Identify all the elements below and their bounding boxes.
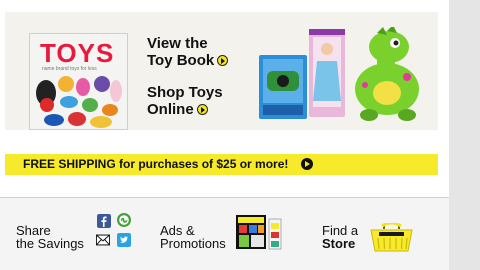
weekly-ad-thumbnail[interactable]: [236, 215, 283, 251]
shop-toys-online-link[interactable]: Shop Toys Online: [147, 84, 223, 118]
find-a-store[interactable]: Find a Store: [322, 224, 358, 250]
toy-book-cover[interactable]: TOYS name brand toys for less: [29, 33, 128, 130]
shopping-basket-icon[interactable]: [370, 223, 413, 253]
arrow-right-icon: [196, 103, 208, 115]
ads-line2: Promotions: [160, 236, 226, 251]
toys-product-image: [259, 27, 419, 121]
share-the-savings: Share the Savings: [16, 224, 84, 250]
arrow-right-icon: [301, 158, 313, 170]
stumbleupon-icon[interactable]: [117, 213, 131, 227]
email-icon[interactable]: [96, 233, 110, 247]
free-shipping-banner[interactable]: FREE SHIPPING for purchases of $25 or mo…: [5, 154, 438, 175]
toy-book-subtitle: name brand toys for less: [42, 66, 97, 72]
free-shipping-text: FREE SHIPPING for purchases of $25 or mo…: [23, 157, 289, 171]
share-line2: the Savings: [16, 236, 84, 251]
toy-book-title: TOYS: [40, 38, 115, 68]
facebook-icon[interactable]: [97, 214, 111, 228]
store-line2: Store: [322, 236, 356, 251]
shop-toys-online-line2: Online: [147, 101, 194, 118]
toy-book-image: [36, 74, 122, 128]
twitter-icon[interactable]: [117, 233, 131, 247]
view-toy-book-link[interactable]: View the Toy Book: [147, 35, 229, 69]
shop-toys-online-line1: Shop Toys: [147, 84, 223, 101]
arrow-right-icon: [217, 54, 229, 66]
ads-and-promotions[interactable]: Ads & Promotions: [160, 224, 226, 250]
view-toy-book-line1: View the: [147, 35, 208, 52]
right-rail: [449, 0, 480, 270]
view-toy-book-line2: Toy Book: [147, 52, 215, 69]
